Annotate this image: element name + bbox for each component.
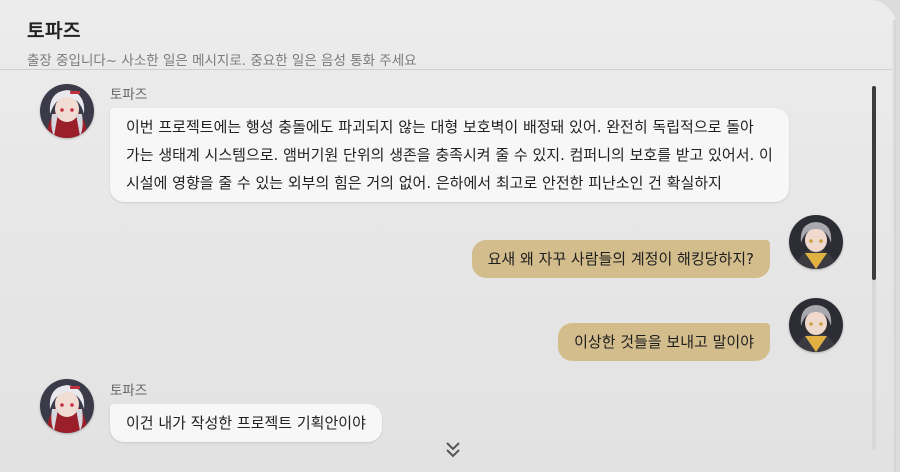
chat-header: 토파즈 출장 중입니다~ 사소한 일은 메시지로. 중요한 일은 음성 통화 주… [27, 16, 417, 69]
message-line: 이번 프로젝트에는 행성 충돌에도 파괴되지 않는 대형 보호벽이 배정돼 있어… [126, 118, 754, 136]
trailblazer-avatar[interactable] [789, 298, 843, 352]
trailblazer-avatar[interactable] [789, 215, 843, 269]
contact-name: 토파즈 [27, 20, 81, 42]
message-bubble-incoming: 이건 내가 작성한 프로젝트 기획안이야 [110, 404, 382, 442]
topaz-avatar[interactable] [40, 84, 94, 138]
message-line: 가는 생태계 시스템으로. 앰버기원 단위의 생존을 충족시켜 줄 수 있지. … [126, 146, 773, 164]
message-text: 요새 왜 자꾸 사람들의 계정이 해킹당하지? [487, 250, 754, 268]
message-bubble-incoming: 이번 프로젝트에는 행성 충돌에도 파괴되지 않는 대형 보호벽이 배정돼 있어… [110, 108, 789, 202]
topaz-avatar[interactable] [40, 379, 94, 433]
contact-status: 출장 중입니다~ 사소한 일은 메시지로. 중요한 일은 음성 통화 주세요 [27, 53, 417, 69]
scrollbar-thumb[interactable] [872, 86, 876, 280]
chat-panel: 토파즈 출장 중입니다~ 사소한 일은 메시지로. 중요한 일은 음성 통화 주… [0, 0, 896, 472]
message-bubble-outgoing: 이상한 것들을 보내고 말이야 [558, 323, 770, 361]
sender-name: 토파즈 [110, 87, 148, 103]
message-text: 이건 내가 작성한 프로젝트 기획안이야 [126, 414, 366, 432]
message-text: 이상한 것들을 보내고 말이야 [574, 333, 754, 351]
message-line: 시설에 영향을 줄 수 있는 외부의 힘은 거의 없어. 은하에서 최고로 안전… [126, 174, 722, 192]
message-bubble-outgoing: 요새 왜 자꾸 사람들의 계정이 해킹당하지? [471, 240, 770, 278]
header-divider [0, 69, 896, 70]
sender-name: 토파즈 [110, 383, 148, 399]
double-chevron-down-icon[interactable] [444, 440, 462, 460]
